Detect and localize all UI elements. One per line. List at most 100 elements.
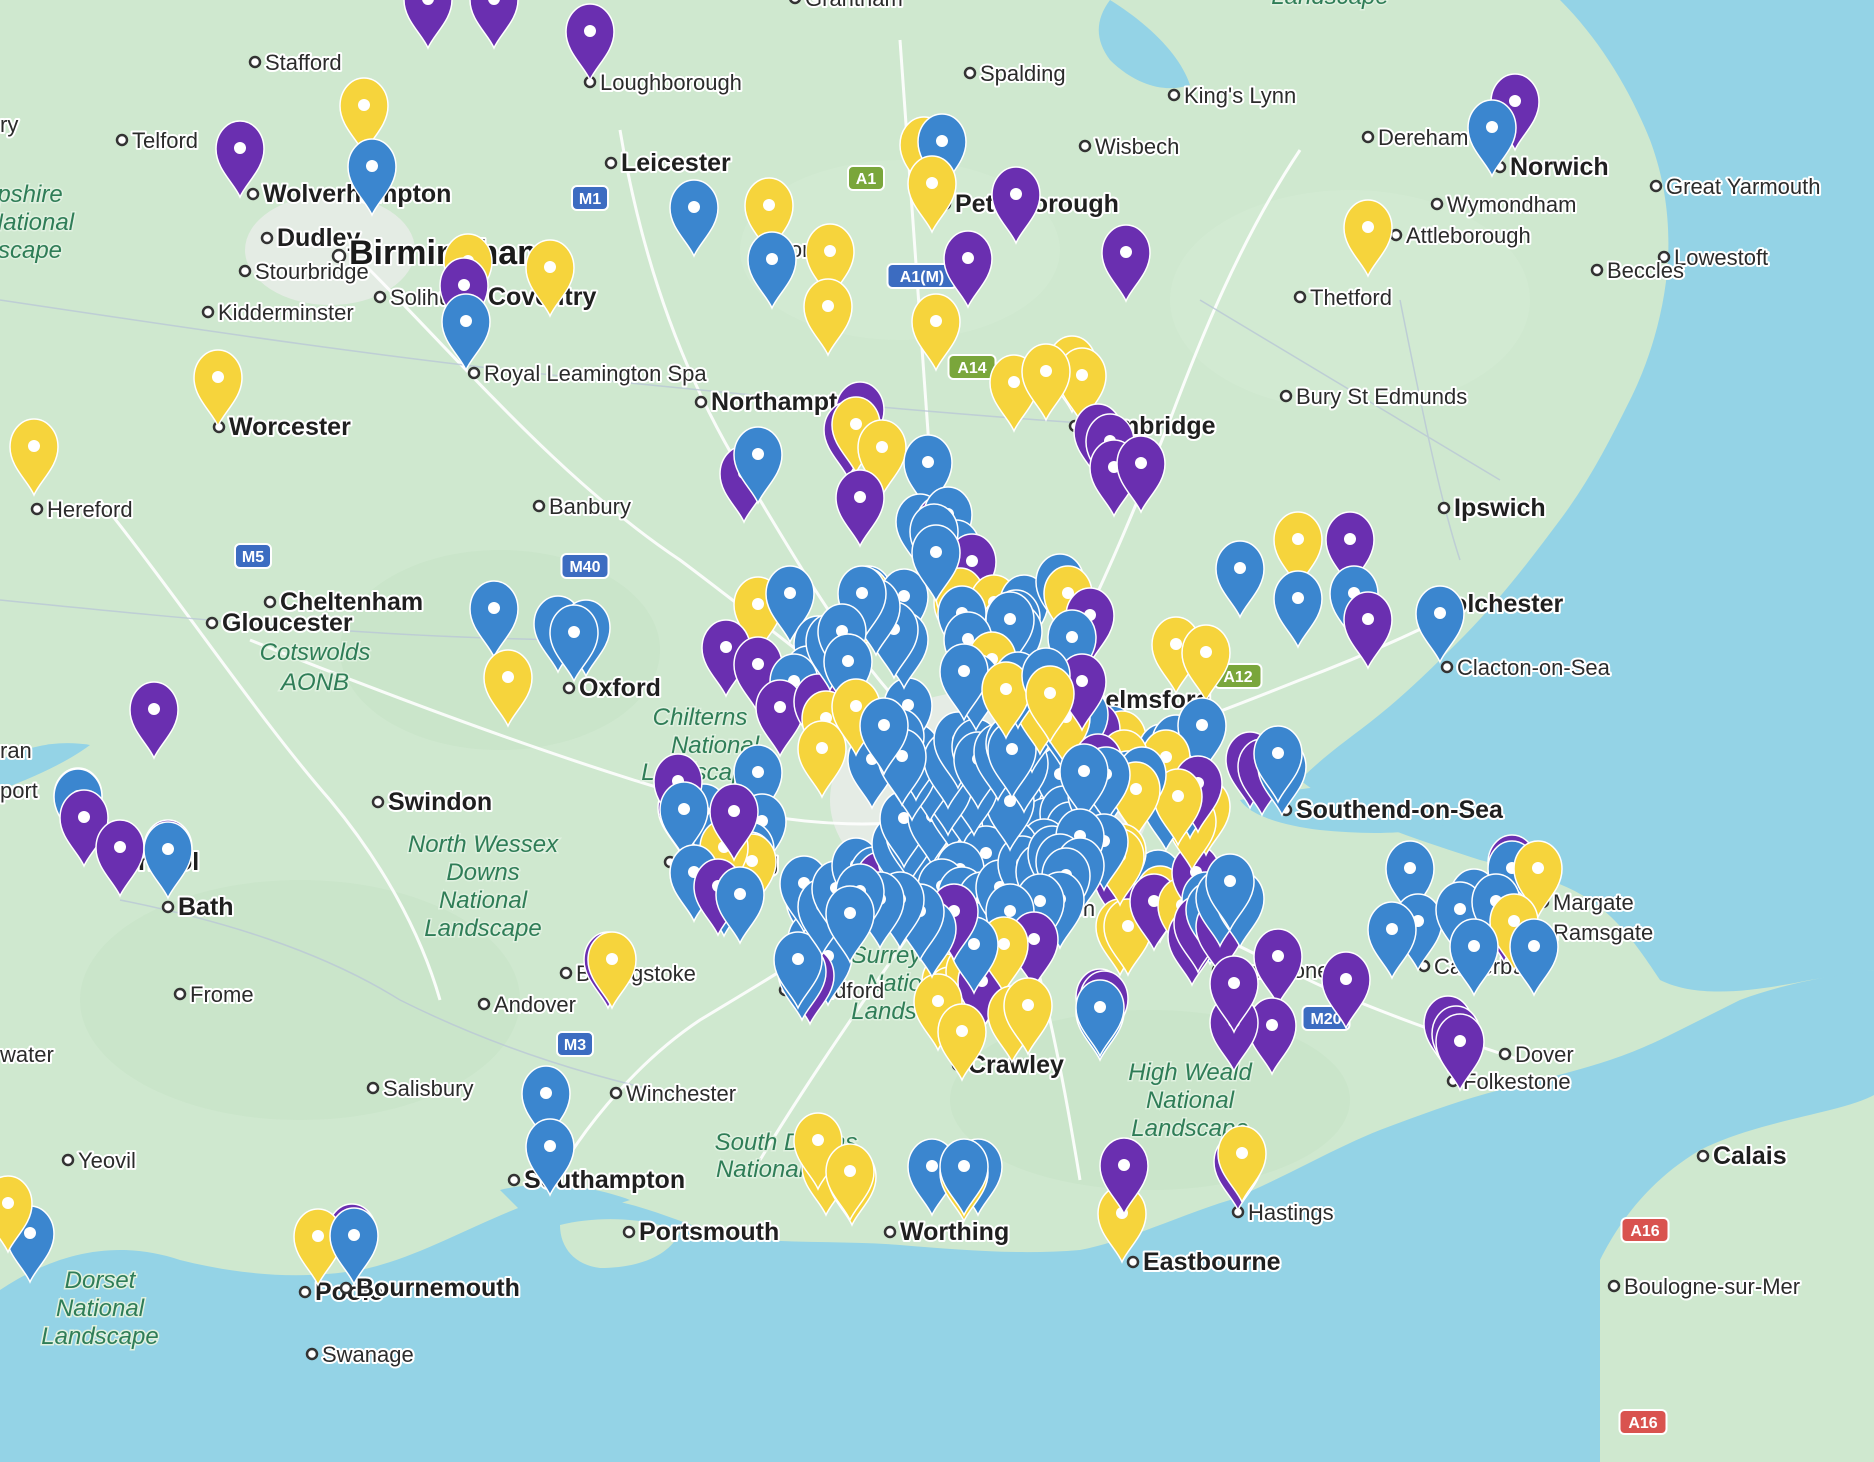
road-shield: A16 [1620,1217,1670,1243]
place-label: Ramsgate [1553,920,1653,945]
landscape-label: Landscape [1270,0,1390,12]
place-label: Ipswich [1454,494,1546,522]
place-marker: Oxford [562,672,663,704]
place-dot [263,595,277,609]
place-marker: Boulogne-sur-Mer [1607,1272,1802,1301]
place-label: Telford [132,128,198,153]
place-marker: Dudley [260,222,362,254]
place-marker: Leicester [604,147,733,179]
place-label: Yeovil [78,1148,136,1173]
place-dot [604,156,618,170]
place-marker: Wisbech [1078,132,1181,161]
place-dot [205,616,219,630]
place-marker: Wymondham [1430,190,1578,219]
road-shield: A1 [847,165,885,191]
place-dot [366,1081,380,1095]
place-label: Norwich [1510,153,1609,181]
place-label: Margate [1553,890,1634,915]
place-marker: Bournemouth [339,1272,522,1304]
place-marker: Wolverhampton [246,178,453,210]
svg-text:Dorset: Dorset [65,1267,137,1294]
place-dot [562,681,576,695]
road-shield-label: A14 [957,360,986,377]
place-label: Banbury [549,494,631,519]
place-label: Dudley [277,224,360,252]
place-dot [246,187,260,201]
place-label: Worcester [229,413,351,441]
road-shield-label: A1 [856,171,877,188]
place-label: Calais [1713,1142,1787,1170]
place-label: Worthing [900,1218,1009,1246]
place-label: Beccles [1607,258,1684,283]
place-label: Dover [1515,1042,1574,1067]
place-marker: Swindon [371,786,494,818]
place-dot [61,1153,75,1167]
road-shield-label: M5 [242,549,264,566]
place-marker: Portsmouth [622,1216,781,1248]
place-dot [963,66,977,80]
place-label-partial: port [0,778,38,803]
place-label: Spalding [980,61,1066,86]
place-dot [30,502,44,516]
place-marker: Southend-on-Sea [1279,794,1506,826]
svg-text:AONB: AONB [279,669,349,696]
place-label: Stafford [265,50,342,75]
road-shield-label: M3 [564,1037,586,1054]
svg-text:Landscape: Landscape [424,915,541,942]
place-marker: Banbury [532,492,633,521]
road-shield-label: A12 [1223,669,1252,686]
place-label: Loughborough [600,70,742,95]
road-shield-label: A16 [1628,1415,1657,1432]
svg-text:Cotswolds: Cotswolds [260,639,371,666]
place-dot [559,966,573,980]
place-label: Winchester [626,1081,736,1106]
svg-text:National: National [56,1295,145,1322]
svg-text:Chilterns: Chilterns [653,704,748,731]
place-marker: Hastings [1231,1198,1336,1227]
place-marker: Eastbourne [1126,1246,1283,1278]
place-dot [622,1225,636,1239]
place-dot [883,1225,897,1239]
svg-text:North Wessex: North Wessex [408,831,559,858]
place-dot [1696,1149,1710,1163]
place-dot [1649,179,1663,193]
place-marker: Spalding [963,59,1068,88]
place-marker: Grantham [789,0,905,13]
place-label-partial: ran [0,738,32,763]
place-label: Andover [494,992,576,1017]
road-shield-label: M40 [569,559,600,576]
place-dot [1607,1279,1621,1293]
place-label: Clacton-on-Sea [1457,655,1611,680]
place-dot [260,231,274,245]
svg-text:National: National [0,209,75,236]
place-marker: Worthing [883,1216,1011,1248]
place-dot [371,795,385,809]
place-label-partial: ry [0,112,18,137]
place-label: Portsmouth [639,1218,779,1246]
place-dot [1590,263,1604,277]
place-label-partial: water [0,1042,54,1067]
place-marker: Loughborough [583,68,744,97]
place-dot [1078,139,1092,153]
place-label: Salisbury [383,1076,473,1101]
place-label: Dereham [1378,125,1468,150]
place-marker: Dereham [1361,123,1470,152]
road-shield-label: A16 [1630,1223,1659,1240]
place-dot [609,1086,623,1100]
place-dot [1430,197,1444,211]
place-label: Hereford [47,497,133,522]
place-dot [298,1285,312,1299]
place-marker: Attleborough [1389,221,1533,250]
place-marker: Gloucester [205,607,355,639]
place-label: Swanage [322,1342,414,1367]
map-canvas[interactable]: A1A1(M)A14M1M40M5M3M20A12A16A16 Cotswold… [0,0,1874,1462]
place-dot [1437,501,1451,515]
place-marker: Ipswich [1437,492,1548,524]
place-label: Folkestone [1463,1069,1571,1094]
place-marker: Thetford [1293,283,1394,312]
road-shield: M1 [571,185,609,211]
place-marker: Great Yarmouth [1649,172,1822,201]
place-dot [789,0,801,5]
svg-text:Landscape: Landscape [41,1323,158,1350]
place-dot [161,900,175,914]
